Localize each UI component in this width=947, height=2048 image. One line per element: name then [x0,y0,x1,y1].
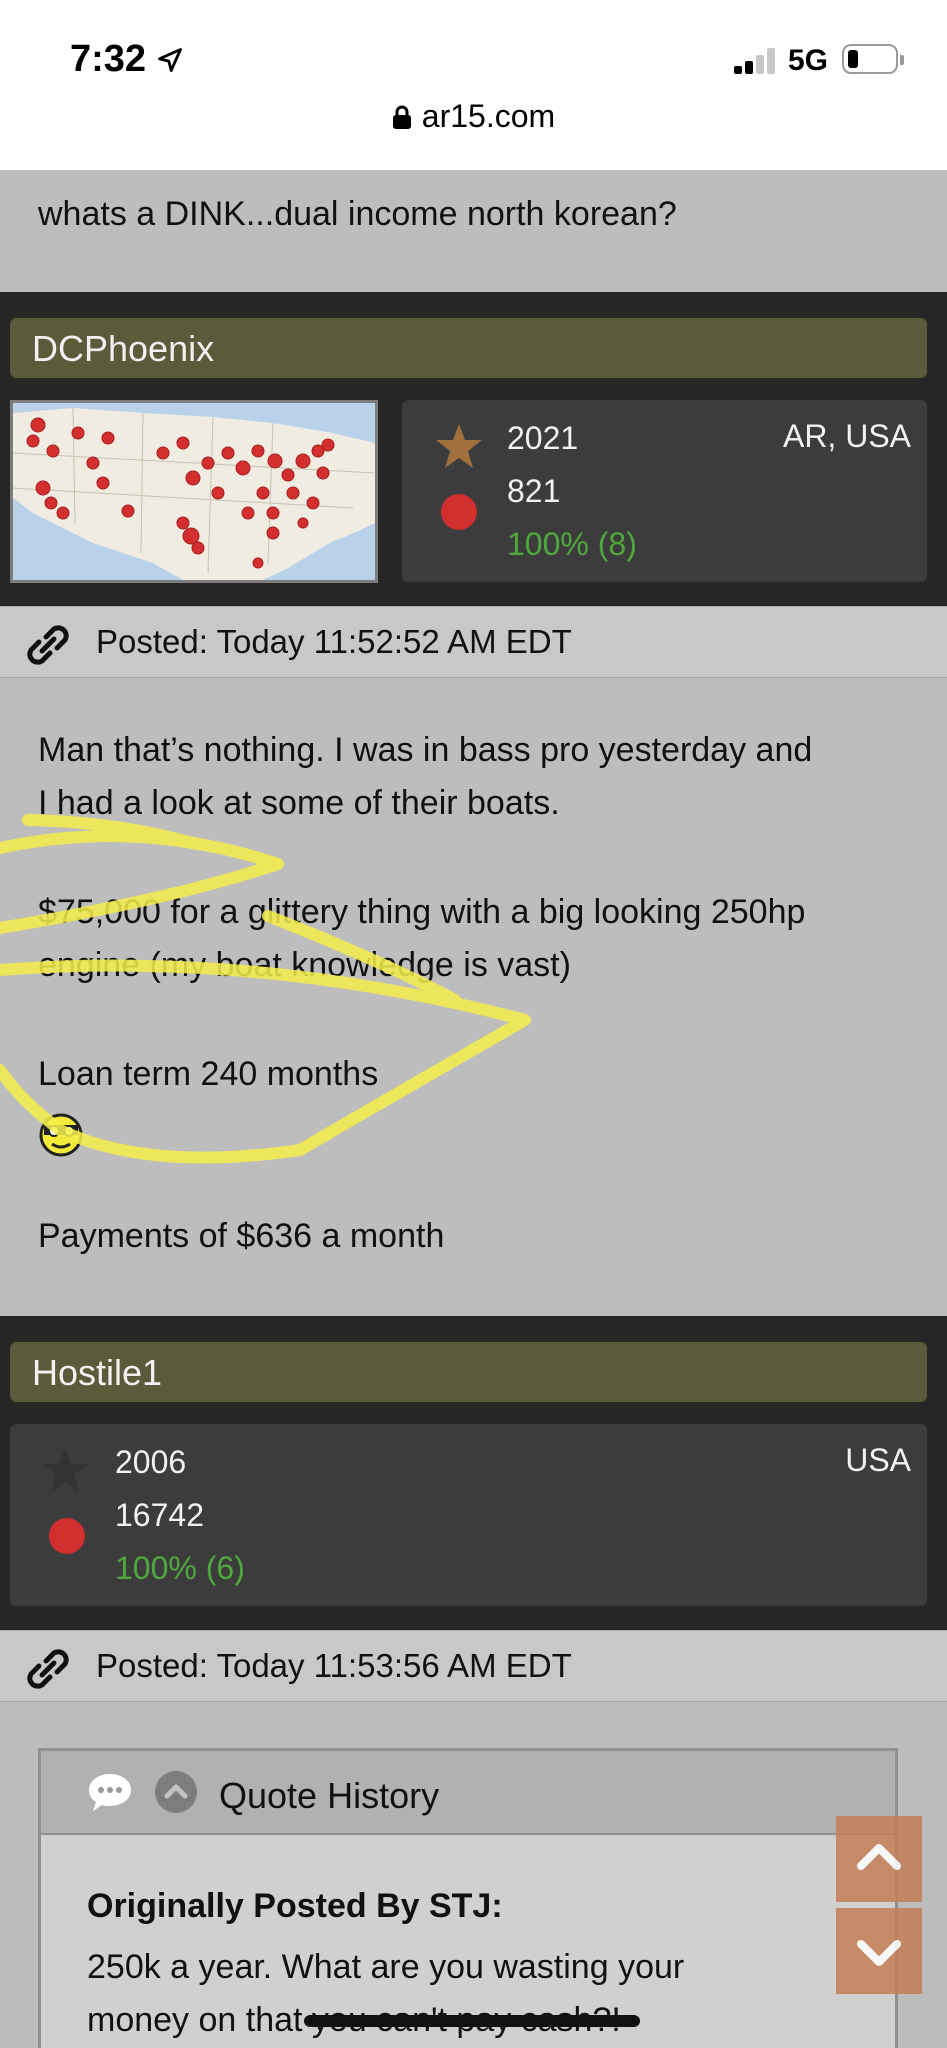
post-line: I had a look at some of their boats. [38,784,560,822]
battery-icon [842,44,904,74]
star-icon [42,1448,88,1492]
member-since: 2021 [507,420,579,456]
quote-history: Quote History Originally Posted By STJ: … [38,1748,898,2048]
speech-bubble-icon [89,1774,131,1811]
smiley-icon [39,1113,83,1157]
user-block-hostile1: Hostile1 2006 16742 100% (6) USA [0,1316,947,1630]
username-bar[interactable]: DCPhoenix [10,318,927,378]
link-icon[interactable] [26,1649,70,1689]
star-icon [436,424,482,468]
status-bar: 7:32 5G ar15.com [0,0,947,170]
post-line: $75,000 for a glittery thing with a big … [38,893,806,931]
network-type: 5G [788,44,829,77]
status-dot [49,1518,85,1554]
map-image [13,407,375,580]
post-line: engine (my boat knowledge is vast) [38,946,571,984]
avatar-map[interactable] [10,400,378,583]
previous-post-text: whats a DINK...dual income north korean? [38,195,677,233]
quote-author: Originally Posted By STJ: [87,1887,503,1925]
post-body-dcphoenix: Man that’s nothing. I was in bass pro ye… [0,678,947,1316]
location-arrow-icon [158,48,182,72]
chevron-down-icon [857,1940,901,1966]
post-timestamp: Posted: Today 11:53:56 AM EDT [96,1647,572,1684]
scroll-down-button[interactable] [836,1908,922,1994]
chevron-up-circle-icon[interactable] [155,1771,197,1813]
post-timestamp: Posted: Today 11:52:52 AM EDT [96,623,572,660]
lock-icon [392,105,411,129]
post-line: Payments of $636 a month [38,1217,445,1255]
clock: 7:32 [70,38,147,80]
member-since: 2006 [115,1444,187,1480]
quote-text: 250k a year. What are you wasting your m… [87,1948,685,2039]
status-dot [441,494,477,530]
post-header: Posted: Today 11:53:56 AM EDT [0,1630,947,1702]
post-line: Loan term 240 months [38,1055,379,1093]
home-indicator[interactable] [304,2015,640,2027]
post-count: 16742 [115,1497,204,1533]
chevron-up-icon [857,1844,901,1870]
scroll-up-button[interactable] [836,1816,922,1902]
user-location: AR, USA [782,418,911,454]
url-text: ar15.com [421,98,556,134]
post-count: 821 [507,473,561,509]
username-bar[interactable]: Hostile1 [10,1342,927,1402]
quote-history-title: Quote History [219,1775,440,1816]
user-stats: 2006 16742 100% (6) USA [10,1424,927,1606]
username[interactable]: Hostile1 [32,1352,162,1394]
post-header: Posted: Today 11:52:52 AM EDT [0,606,947,678]
cell-signal-icon [734,46,778,74]
link-icon[interactable] [26,625,70,665]
feedback-score[interactable]: 100% (8) [507,526,637,563]
feedback-score[interactable]: 100% (6) [115,1550,245,1587]
post-line: Man that’s nothing. I was in bass pro ye… [38,731,813,769]
address-bar[interactable]: ar15.com [0,98,947,135]
username[interactable]: DCPhoenix [32,328,214,370]
user-stats: 2021 821 100% (8) AR, USA [402,400,927,582]
user-location: USA [845,1442,911,1478]
quote-history-header[interactable]: Quote History [41,1751,895,1835]
previous-post: whats a DINK...dual income north korean? [0,170,947,292]
